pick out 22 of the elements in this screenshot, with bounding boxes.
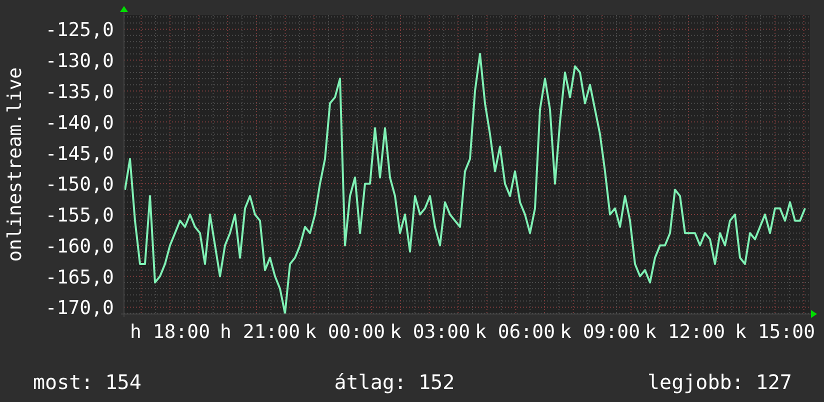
y-tick-label: -135,0	[45, 80, 114, 103]
x-tick-label: k 12:00	[644, 321, 726, 343]
x-tick-label: k 09:00	[560, 321, 640, 343]
legend-stat: legjobb: 127	[647, 370, 792, 394]
y-tick-label: -145,0	[45, 142, 114, 165]
legend-stat: átlag: 152	[334, 370, 455, 394]
y-tick-label: -165,0	[45, 266, 114, 288]
x-tick-label: k 15:00	[734, 321, 816, 343]
x-tick-label: h 21:00	[220, 321, 300, 343]
x-tick-label: k 00:00	[304, 321, 386, 343]
y-tick-label: -150,0	[45, 174, 114, 196]
y-tick-label: -155,0	[45, 204, 114, 227]
y-tick-label: -125,0	[45, 19, 114, 42]
y-tick-label: -160,0	[45, 235, 114, 258]
x-tick-label: k 06:00	[474, 321, 556, 343]
y-tick-label: -140,0	[45, 112, 114, 134]
y-axis-label: onlinestream.live	[4, 67, 26, 262]
y-tick-label: -170,0	[45, 297, 114, 320]
x-tick-label: k 03:00	[390, 321, 470, 343]
y-tick-label: -130,0	[45, 50, 114, 72]
legend-stat: most: 154	[33, 370, 142, 394]
x-tick-label: h 18:00	[130, 321, 210, 343]
